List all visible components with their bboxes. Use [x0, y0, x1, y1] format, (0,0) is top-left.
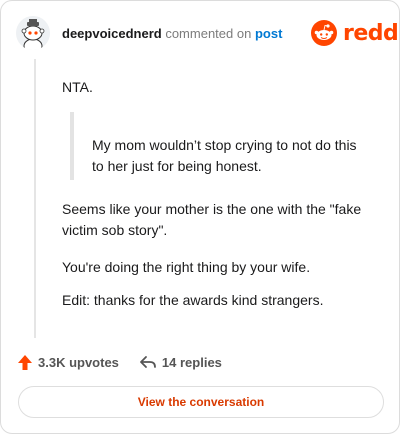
reply-count: 14 replies — [161, 354, 222, 370]
post-link[interactable]: post — [255, 26, 282, 41]
comment-paragraph-2: You're doing the right thing by your wif… — [62, 259, 311, 275]
commented-on-text: commented on — [165, 26, 252, 41]
comment-paragraph-1: Seems like your mother is the one with t… — [62, 201, 362, 238]
comment-paragraph-nta: NTA. — [62, 79, 93, 95]
thread-line[interactable] — [34, 59, 36, 338]
snoo-avatar-icon — [16, 16, 50, 50]
reddit-alien-icon — [311, 20, 337, 46]
comment-header: deepvoicednerd commented on post — [62, 26, 282, 42]
upvote-button[interactable]: 3.3K upvotes — [17, 354, 119, 371]
reddit-wordmark: reddit — [343, 20, 400, 46]
blockquote-text: My mom wouldn’t stop crying to not do th… — [92, 137, 357, 174]
reply-arrow-icon — [140, 356, 156, 368]
view-conversation-button[interactable]: View the conversation — [18, 386, 384, 418]
upvote-arrow-icon — [18, 354, 32, 370]
reddit-logo[interactable]: reddit — [311, 19, 400, 47]
user-avatar[interactable] — [16, 16, 50, 50]
upvote-count: 3.3K upvotes — [38, 354, 119, 370]
username[interactable]: deepvoicednerd — [62, 26, 162, 41]
replies-button[interactable]: 14 replies — [139, 354, 222, 370]
comment-card: deepvoicednerd commented on post reddit … — [0, 0, 400, 434]
comment-actions: 3.3K upvotes 14 replies — [17, 353, 222, 371]
comment-paragraph-3: Edit: thanks for the awards kind strange… — [62, 292, 324, 308]
